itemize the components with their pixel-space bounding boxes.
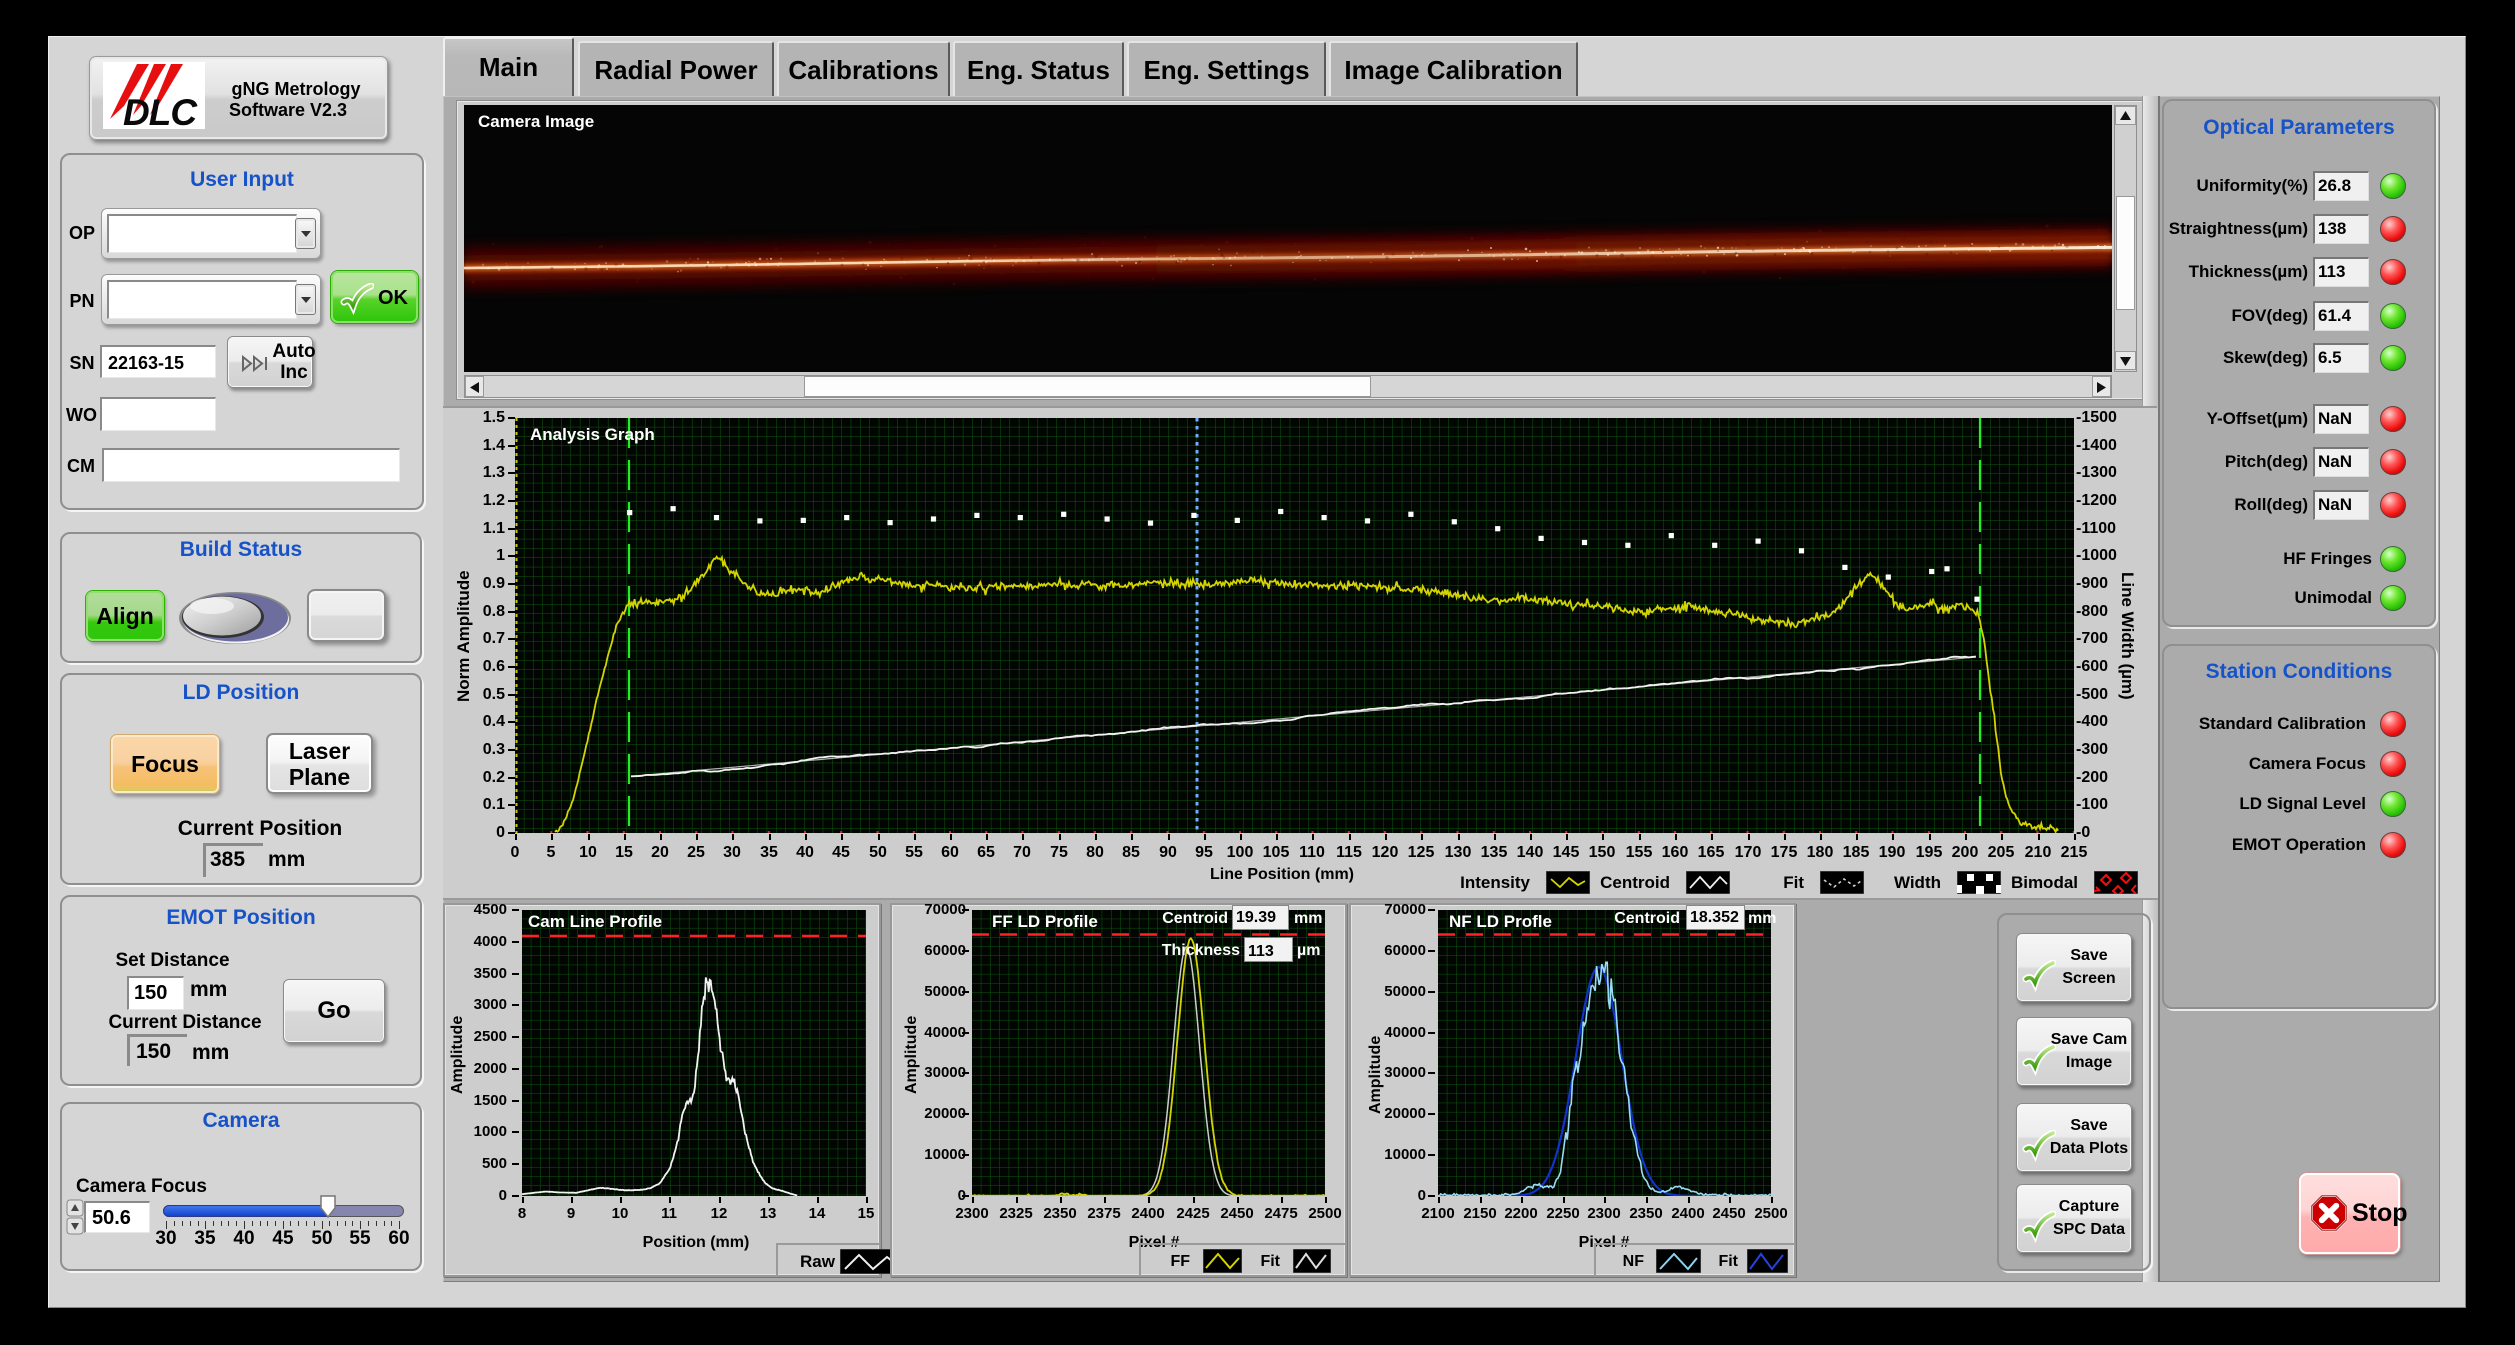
svg-text:DLC: DLC bbox=[123, 92, 198, 129]
